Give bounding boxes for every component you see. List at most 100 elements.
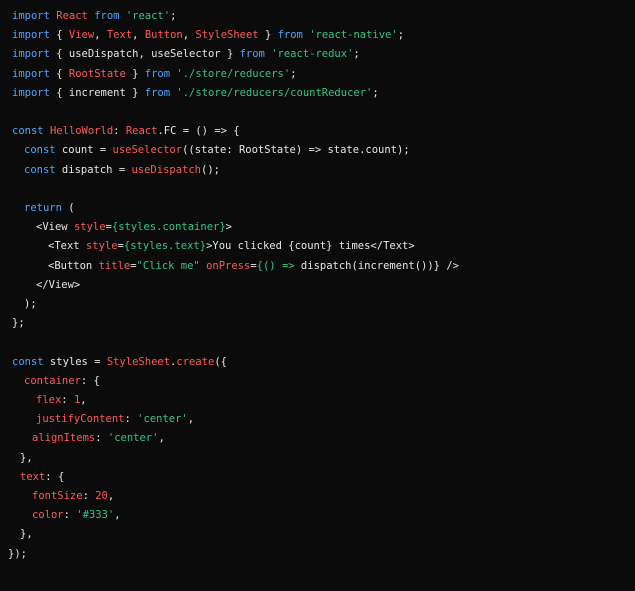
code-token: { increment }	[49, 86, 145, 99]
code-line: },	[20, 525, 33, 544]
code-token: }	[125, 67, 145, 80]
code-token: ({	[214, 355, 227, 368]
code-token: from	[277, 29, 303, 42]
code-line: flex: 1,	[36, 391, 87, 410]
code-token: },	[20, 451, 33, 464]
code-token: StyleSheet	[106, 355, 171, 368]
code-token: const	[12, 355, 44, 368]
code-token: return	[24, 202, 62, 214]
code-token: 'react-native'	[309, 29, 398, 42]
code-token: : {	[45, 470, 65, 483]
code-line: <Button title="Click me" onPress={() => …	[48, 257, 459, 276]
code-token: dispatch =	[55, 163, 132, 176]
code-token: ,	[182, 29, 196, 42]
code-token: 'center'	[107, 432, 159, 445]
code-token: :	[95, 432, 108, 445]
code-token: ,	[187, 413, 195, 426]
code-line: import React from 'react';	[12, 7, 176, 26]
code-token: import	[12, 67, 50, 80]
code-line: justifyContent: 'center',	[36, 410, 194, 429]
code-token: };	[12, 317, 25, 330]
code-line: fontSize: 20,	[32, 487, 114, 506]
code-token: const	[24, 144, 56, 157]
code-token: ,	[80, 394, 87, 406]
code-token: 'react-redux'	[271, 48, 354, 61]
code-token: });	[8, 547, 27, 560]
code-token: Text	[106, 29, 133, 42]
code-token: HelloWorld	[49, 125, 114, 138]
code-line: text: {	[20, 468, 64, 487]
code-token: justifyContent	[36, 413, 125, 426]
code-line: },	[20, 449, 33, 468]
code-token: {	[49, 29, 69, 42]
code-token: <View	[36, 221, 74, 234]
code-line: </View>	[36, 276, 80, 295]
code-token: style	[73, 221, 106, 234]
code-token: fontSize	[32, 490, 83, 502]
code-token: (	[61, 202, 75, 214]
code-line: import { increment } from './store/reduc…	[12, 84, 379, 103]
code-token: }	[258, 29, 278, 42]
code-token: flex	[36, 394, 62, 406]
code-token: ();	[201, 163, 220, 176]
code-token: StyleSheet	[195, 29, 259, 42]
code-line: const styles = StyleSheet.create({	[12, 353, 227, 372]
code-token: text	[20, 470, 46, 483]
code-token: ,	[158, 432, 165, 445]
code-token: ,	[107, 490, 115, 502]
code-token: : {	[80, 374, 100, 387]
code-token: React	[125, 125, 158, 138]
code-token: style	[85, 240, 118, 253]
code-token: color	[32, 509, 64, 522]
code-token: create	[176, 355, 215, 368]
code-token: {styles.text}	[123, 240, 207, 253]
code-token: :	[61, 394, 74, 406]
code-token: },	[20, 528, 33, 541]
code-token: );	[24, 298, 37, 310]
code-token: '#333'	[76, 509, 115, 522]
code-token: .FC = () => {	[157, 125, 240, 138]
code-token: {() =>	[256, 259, 301, 272]
code-token: :	[63, 509, 77, 522]
code-token: ,	[94, 29, 107, 42]
code-token: ;	[353, 48, 360, 61]
code-token: const	[24, 163, 56, 176]
code-token: ;	[290, 67, 297, 80]
code-line: color: '#333',	[32, 506, 121, 525]
code-token: ;	[170, 10, 177, 22]
code-token: RootState	[68, 67, 126, 80]
code-line: container: {	[24, 372, 100, 391]
code-token: alignItems	[32, 432, 96, 445]
code-token: "Click me"	[136, 259, 200, 272]
code-token: onPress	[206, 259, 251, 272]
code-token: ,	[132, 29, 145, 42]
code-token: Button	[144, 29, 183, 42]
code-token: >	[225, 221, 232, 234]
code-token: import	[12, 10, 50, 22]
code-token: from	[144, 67, 171, 80]
code-token: './store/reducers'	[176, 67, 291, 80]
code-token: 'center'	[137, 413, 188, 426]
code-token: title	[98, 259, 131, 272]
code-line: import { RootState } from './store/reduc…	[12, 65, 297, 84]
code-token: React	[56, 10, 88, 22]
code-token: ;	[372, 86, 379, 99]
code-line: const count = useSelector((state: RootSt…	[24, 141, 410, 160]
code-line: });	[8, 545, 27, 564]
code-token: {	[49, 67, 69, 80]
code-token: import	[12, 29, 50, 42]
code-line: return (	[24, 199, 75, 218]
code-token: :	[113, 125, 126, 138]
code-token: {styles.container}	[111, 221, 226, 234]
code-token: from	[239, 48, 265, 61]
code-line: <View style={styles.container}>	[36, 218, 232, 237]
code-token: container	[24, 374, 81, 387]
code-token: dispatch(increment())} />	[300, 259, 459, 272]
code-token: useDispatch	[131, 163, 202, 176]
code-token: ((state: RootState) => state.count);	[182, 144, 410, 157]
code-editor: import React from 'react'; import { View,…	[0, 0, 635, 591]
code-token: styles =	[43, 355, 107, 368]
code-token: import	[12, 48, 50, 61]
code-line: import { useDispatch, useSelector } from…	[12, 45, 360, 64]
code-token: ,	[114, 509, 121, 522]
